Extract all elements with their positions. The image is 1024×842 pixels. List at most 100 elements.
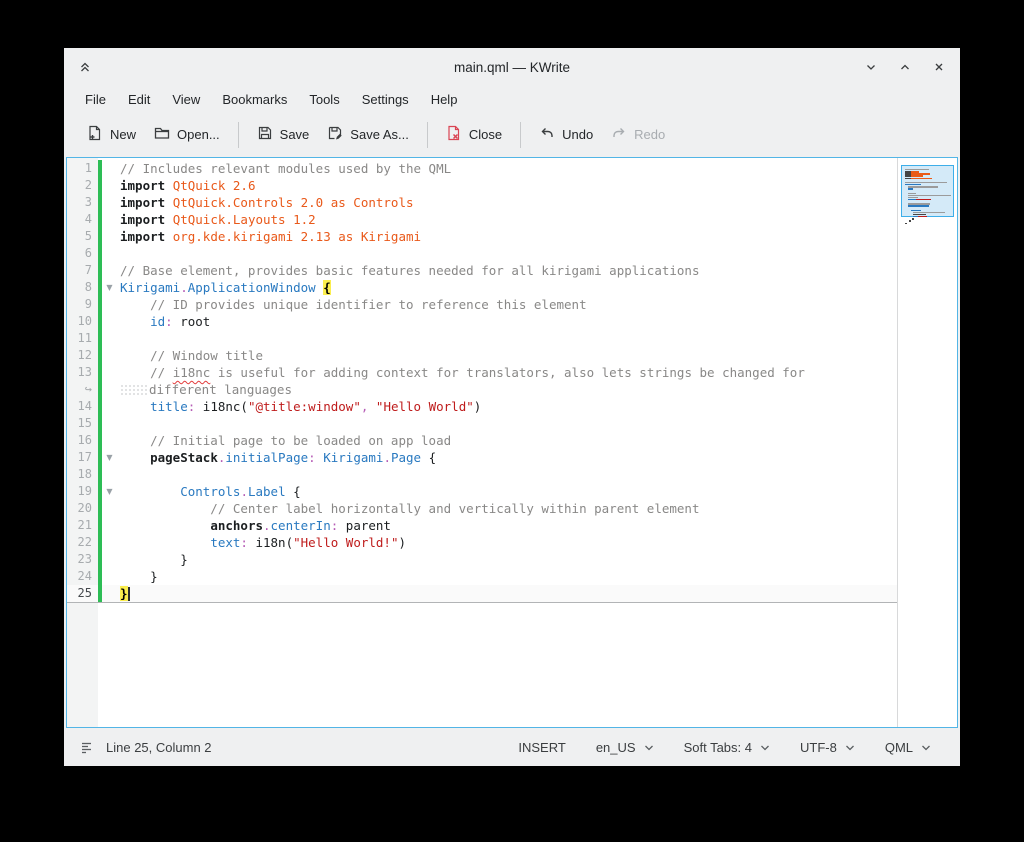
fold-column [102,432,117,449]
toolbar-button-new[interactable]: New [78,118,145,151]
close-icon[interactable] [930,58,948,76]
code-line[interactable]: title: i18nc("@title:window", "Hello Wor… [117,398,897,415]
shade-icon[interactable] [76,58,94,76]
code-line[interactable]: pageStack.initialPage: Kirigami.Page { [117,449,897,466]
code-line[interactable]: // ID provides unique identifier to refe… [117,296,897,313]
code-line[interactable] [117,330,897,347]
line-number: 20 [67,500,98,517]
code-line[interactable]: anchors.centerIn: parent [117,517,897,534]
toolbar-button-save[interactable]: Save [248,118,319,151]
code-token: import [120,229,165,244]
menu-item-tools[interactable]: Tools [298,89,350,110]
code-line[interactable]: // Base element, provides basic features… [117,262,897,279]
toolbar-button-open[interactable]: Open... [145,118,229,151]
text-area[interactable]: 1// Includes relevant modules used by th… [67,158,897,727]
status-label: Soft Tabs: 4 [684,740,752,755]
code-token [165,212,173,227]
toolbar-separator [520,122,521,148]
code-line[interactable] [117,466,897,483]
fold-column [102,211,117,228]
toolbar-button-close[interactable]: Close [437,118,511,151]
code-line[interactable]: } [117,585,897,602]
minimize-icon[interactable] [862,58,880,76]
line-number: 21 [67,517,98,534]
code-token: : [240,535,248,550]
code-token [120,399,150,414]
code-line[interactable]: // Includes relevant modules used by the… [117,160,897,177]
code-line[interactable]: Controls.Label { [117,483,897,500]
menu-item-settings[interactable]: Settings [351,89,420,110]
toolbar-button-redo[interactable]: Redo [602,118,674,151]
cursor-position[interactable]: Line 25, Column 2 [106,740,212,755]
line-number: 6 [67,245,98,262]
fold-column [102,381,117,398]
code-line[interactable]: // i18nc is useful for adding context fo… [117,364,897,381]
menu-item-bookmarks[interactable]: Bookmarks [211,89,298,110]
editor-line-row: 16 // Initial page to be loaded on app l… [67,432,897,449]
toolbar-button-label: Redo [634,127,665,142]
status-tab-settings[interactable]: Soft Tabs: 4 [669,734,785,761]
code-line[interactable]: } [117,568,897,585]
menu-item-edit[interactable]: Edit [117,89,161,110]
status-dictionary[interactable]: en_US [581,734,669,761]
toolbar-separator [427,122,428,148]
window-title: main.qml — KWrite [64,60,960,75]
code-line[interactable] [117,245,897,262]
line-number: 25 [67,585,98,602]
editor-line-row: 8▼Kirigami.ApplicationWindow { [67,279,897,296]
code-token: different languages [149,382,292,397]
editor-line-row: 7// Base element, provides basic feature… [67,262,897,279]
editor-line-row: ↪different languages [67,381,897,398]
code-line[interactable]: text: i18n("Hello World!") [117,534,897,551]
code-token: Kirigami [323,450,383,465]
code-line[interactable]: } [117,551,897,568]
code-line[interactable]: // Center label horizontally and vertica… [117,500,897,517]
fold-column [102,245,117,262]
code-line[interactable]: import QtQuick.Layouts 1.2 [117,211,897,228]
status-encoding[interactable]: UTF-8 [785,734,870,761]
code-line[interactable]: // Initial page to be loaded on app load [117,432,897,449]
code-line[interactable]: import org.kde.kirigami 2.13 as Kirigami [117,228,897,245]
open-folder-icon [154,125,170,144]
line-number: 3 [67,194,98,211]
line-number: 13 [67,364,98,381]
code-token: ) [474,399,482,414]
code-token: Kirigami [120,280,180,295]
code-token: "@title:window" [248,399,361,414]
editor-line-row: 3 import QtQuick.Controls 2.0 as Controls [67,194,897,211]
editor-line-row: 6 [67,245,897,262]
status-insert-mode[interactable]: INSERT [503,734,580,761]
code-line[interactable]: Kirigami.ApplicationWindow { [117,279,897,296]
code-line[interactable]: id: root [117,313,897,330]
new-document-icon [87,125,103,144]
code-line[interactable]: // Window title [117,347,897,364]
menu-item-file[interactable]: File [74,89,117,110]
code-token: i18n( [248,535,293,550]
editor-line-row: 23 } [67,551,897,568]
code-line[interactable]: import QtQuick.Controls 2.0 as Controls [117,194,897,211]
line-number: 5 [67,228,98,245]
wrap-indent-fill [120,384,149,397]
toolbar-button-save-as[interactable]: Save As... [318,118,418,151]
maximize-icon[interactable] [896,58,914,76]
line-number: 9 [67,296,98,313]
toolbar-button-label: Save [280,127,310,142]
code-line[interactable]: import QtQuick 2.6 [117,177,897,194]
toolbar-button-label: Undo [562,127,593,142]
menu-item-help[interactable]: Help [420,89,469,110]
status-syntax-mode[interactable]: QML [870,734,946,761]
editor-line-row: 2import QtQuick 2.6 [67,177,897,194]
code-line[interactable]: different languages [117,381,897,398]
code-token [120,518,210,533]
code-token [165,195,173,210]
toolbar-button-undo[interactable]: Undo [530,118,602,151]
line-settings-icon[interactable] [78,738,96,756]
fold-column [102,347,117,364]
fold-marker-icon[interactable]: ▼ [102,279,117,296]
fold-marker-icon[interactable]: ▼ [102,483,117,500]
scrollbar-minimap[interactable] [897,158,957,727]
menu-item-view[interactable]: View [161,89,211,110]
code-line[interactable] [117,415,897,432]
fold-marker-icon[interactable]: ▼ [102,449,117,466]
line-number: 23 [67,551,98,568]
